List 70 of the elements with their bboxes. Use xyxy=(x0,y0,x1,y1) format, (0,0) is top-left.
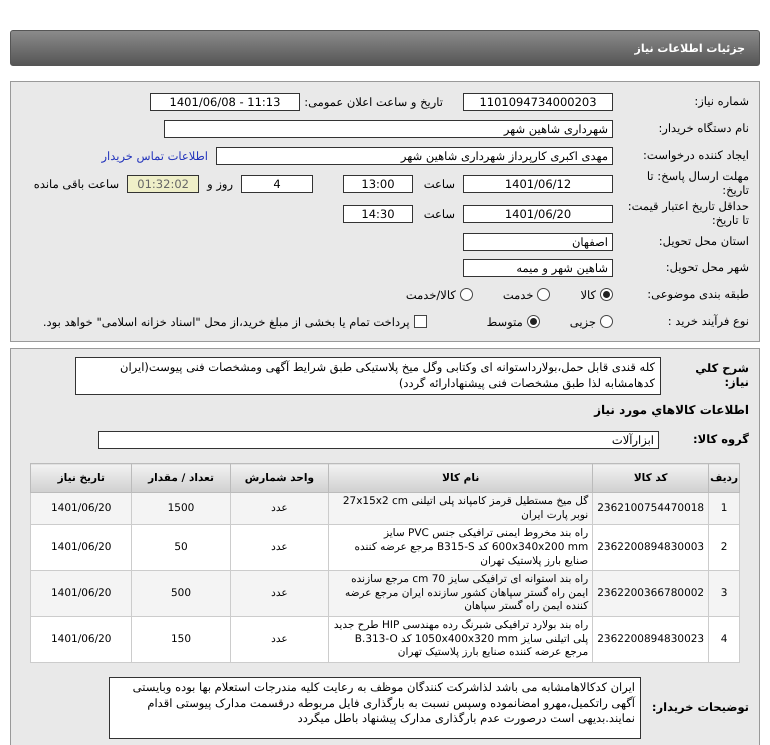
radio-label: خدمت xyxy=(502,288,534,302)
table-cell: 1401/06/20 xyxy=(30,492,132,525)
table-cell: 2362200894830003 xyxy=(592,524,709,571)
table-cell: راه بند استوانه ای ترافیکی سایز 70 cm مرجع سازنده ایمن راه گستر سپاهان کشور سازنده ایران مرجع عرضه کننده ایمن راه گستر سپاهان xyxy=(328,570,593,617)
table-cell: گل میخ مستطیل قرمز کامپاند پلی اتیلنی 27x15x2 cm نوبر پارت ایران xyxy=(328,492,593,525)
table-cell: عدد xyxy=(230,524,329,571)
notes-text: ایران کدکالاهامشابه می باشد لذاشرکت کنندگان موظف به رعایت کلیه مندرجات استعلام بها بوده وبایستی آگهی راتکمیل،مهرو امضانموده وسپس نسبت به بارگذاری فایل مربوطه درقسمت مدارک پیوستی اقدام نمایند.بدیهی است درصورت عدم بارگذاری مدارک پیشنهاد باطل میگردد xyxy=(109,677,641,740)
checkbox-label: پرداخت تمام یا بخشی از مبلغ خرید،از محل "اسناد خزانه اسلامی" خواهد بود. xyxy=(42,314,410,328)
date-field: 1401/06/20 xyxy=(463,205,613,223)
column-header: تاریخ نیاز xyxy=(30,464,132,492)
table-cell: عدد xyxy=(230,492,329,525)
field-label: روز و xyxy=(207,177,233,191)
section-heading: اطلاعات کالاهاي مورد نیاز xyxy=(594,403,749,417)
table-cell: 150 xyxy=(132,616,230,663)
field-label: ساعت xyxy=(422,207,455,221)
countdown-field: 01:32:02 xyxy=(127,175,200,193)
description-text: کله قندی قابل حمل،بولارداستوانه ای وکتابی وگل میخ پلاستیکی طبق شرایط آگهی ومشخصات فنی پیوست(ایران کدهامشابه لذا طبق مشخصات فنی پیشنهادارائه گردد) xyxy=(75,357,661,395)
table-cell: 2362200366780002 xyxy=(592,570,709,617)
field-label: نوع فرآیند خرید : xyxy=(666,314,749,328)
column-header: ردیف xyxy=(708,464,740,492)
radio-button[interactable] xyxy=(600,288,613,301)
radio-label: کالا/خدمت xyxy=(406,288,456,302)
field-label: ایجاد کننده درخواست: xyxy=(642,148,749,162)
field-label: مهلت ارسال پاسخ: تا تاریخ: xyxy=(646,170,749,198)
field-label: تاریخ و ساعت اعلان عمومی: xyxy=(308,94,443,108)
field-label: استان محل تحویل: xyxy=(658,235,749,249)
column-header: واحد شمارش xyxy=(230,464,329,492)
field-label: حداقل تاریخ اعتبار قیمت: تا تاریخ: xyxy=(626,200,749,228)
column-header: تعداد / مقدار xyxy=(132,464,230,492)
table-cell: راه بند بولارد ترافیکی شبرنگ رده مهندسی HIP طرح جدید پلی اتیلنی سایز 1050x400x320 mm کد B.313-O مرجع عرضه کننده صنایع بارز پلاستیک تهران xyxy=(328,616,593,663)
date-field: 1401/06/12 xyxy=(463,175,613,193)
radio-button[interactable] xyxy=(537,288,550,301)
table-cell: راه بند مخروط ایمنی ترافیکی جنس PVC سایز 600x340x200 mm کد B315-S مرجع عرضه کننده صنایع بارز پلاستیک تهران xyxy=(328,524,593,571)
page-title: جزئیات اطلاعات نیاز xyxy=(10,30,760,66)
checkbox[interactable] xyxy=(414,315,427,328)
field-label: شهر محل تحویل: xyxy=(664,261,749,275)
field-label: شماره نیاز: xyxy=(693,94,749,108)
table-cell: 1500 xyxy=(132,492,230,525)
days-field: 4 xyxy=(241,175,313,193)
field-label: گروه کالا: xyxy=(692,433,749,447)
field-label: نام دستگاه خریدار: xyxy=(657,122,749,136)
table-cell: عدد xyxy=(230,570,329,617)
table-cell: 1401/06/20 xyxy=(30,524,132,571)
field-label: توضیحات خریدار: xyxy=(650,701,749,715)
table-cell: 500 xyxy=(132,570,230,617)
table-cell: 4 xyxy=(708,616,740,663)
column-header: نام کالا xyxy=(328,464,593,492)
column-header: کد کالا xyxy=(592,464,709,492)
radio-label: متوسط xyxy=(486,314,523,328)
field-label: ساعت باقی مانده xyxy=(34,177,120,191)
radio-button[interactable] xyxy=(600,315,613,328)
table-cell: 3 xyxy=(708,570,740,617)
time-field: 13:00 xyxy=(343,175,413,193)
table-cell: 2 xyxy=(708,524,740,571)
radio-label: کالا xyxy=(580,288,596,302)
table-cell: 2362100754470018 xyxy=(592,492,709,525)
field-label: طبقه بندی موضوعی: xyxy=(646,288,749,302)
radio-label: جزیی xyxy=(570,314,596,328)
field-label: شرح کلي نیاز: xyxy=(694,362,749,390)
contact-link[interactable]: اطلاعات تماس خریدار xyxy=(101,148,208,162)
table-cell: 1401/06/20 xyxy=(30,570,132,617)
table-cell: عدد xyxy=(230,616,329,663)
field-label: ساعت xyxy=(422,177,455,191)
time-field: 14:30 xyxy=(343,205,413,223)
radio-button[interactable] xyxy=(460,288,473,301)
table-cell: 1401/06/20 xyxy=(30,616,132,663)
table-cell: 1 xyxy=(708,492,740,525)
table-cell: 50 xyxy=(132,524,230,571)
table-cell: 2362200894830023 xyxy=(592,616,709,663)
radio-button[interactable] xyxy=(526,315,540,328)
